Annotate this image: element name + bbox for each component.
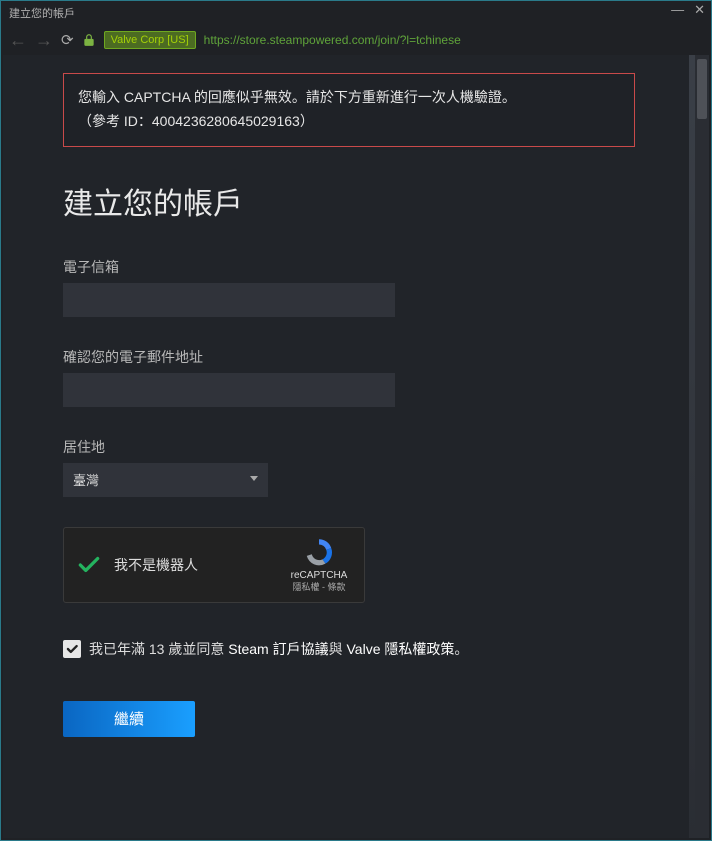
- forward-button[interactable]: →: [35, 31, 53, 49]
- window-titlebar: 建立您的帳戶 — ✕: [1, 1, 711, 25]
- agree-text: 我已年滿 13 歲並同意 Steam 訂戶協議與 Valve 隱私權政策。: [89, 639, 468, 659]
- continue-button[interactable]: 繼續: [63, 701, 195, 737]
- recaptcha-brand: reCAPTCHA: [286, 570, 352, 582]
- email-input[interactable]: [63, 283, 395, 317]
- browser-navbar: ← → ⟳ Valve Corp [US] https://store.stea…: [1, 25, 711, 55]
- error-line-2: （參考 ID：4004236280645029163）: [78, 110, 620, 134]
- privacy-policy-link[interactable]: Valve 隱私權政策: [347, 641, 455, 657]
- minimize-button[interactable]: —: [671, 3, 684, 16]
- error-line-1: 您輸入 CAPTCHA 的回應似乎無效。請於下方重新進行一次人機驗證。: [78, 86, 620, 110]
- subscriber-agreement-link[interactable]: Steam 訂戶協議: [228, 641, 328, 657]
- close-button[interactable]: ✕: [694, 3, 705, 16]
- country-value: 臺灣: [73, 470, 99, 489]
- country-select[interactable]: 臺灣: [63, 463, 268, 497]
- window-title: 建立您的帳戶: [9, 5, 75, 21]
- email-label: 電子信箱: [63, 257, 629, 277]
- recaptcha-legal[interactable]: 隱私權 - 條款: [286, 582, 352, 593]
- recaptcha-checkmark-icon: [76, 552, 102, 578]
- url-text[interactable]: https://store.steampowered.com/join/?l=t…: [204, 33, 461, 47]
- page-title: 建立您的帳戶: [63, 179, 629, 223]
- confirm-email-label: 確認您的電子郵件地址: [63, 347, 629, 367]
- scrollbar-thumb[interactable]: [697, 59, 707, 119]
- recaptcha-label: 我不是機器人: [114, 555, 286, 575]
- ssl-cert-badge[interactable]: Valve Corp [US]: [104, 31, 196, 49]
- agree-checkbox[interactable]: [63, 640, 81, 658]
- recaptcha-widget[interactable]: 我不是機器人 reCAPTCHA 隱私權 - 條款: [63, 527, 365, 603]
- reload-button[interactable]: ⟳: [61, 31, 74, 49]
- country-label: 居住地: [63, 437, 629, 457]
- lock-icon: [82, 33, 96, 47]
- recaptcha-logo-icon: [303, 536, 335, 568]
- back-button[interactable]: ←: [9, 31, 27, 49]
- error-banner: 您輸入 CAPTCHA 的回應似乎無效。請於下方重新進行一次人機驗證。 （參考 …: [63, 73, 635, 147]
- vertical-scrollbar[interactable]: [695, 55, 709, 838]
- confirm-email-input[interactable]: [63, 373, 395, 407]
- chevron-down-icon: [250, 476, 258, 481]
